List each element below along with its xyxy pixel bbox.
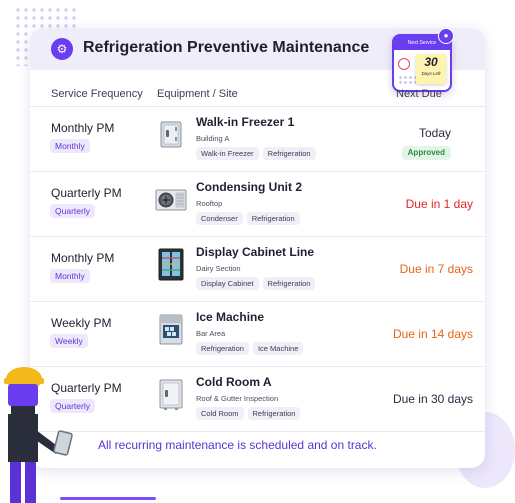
equipment-name: Display Cabinet Line <box>196 245 315 259</box>
equipment-site: Dairy Section <box>196 264 241 273</box>
tag: Refrigeration <box>246 212 300 225</box>
maintenance-card: ⚙ Refrigeration Preventive Maintenance N… <box>30 28 485 468</box>
table-row[interactable]: Monthly PM Monthly Display Cabinet Line … <box>30 237 485 302</box>
equipment-name: Condensing Unit 2 <box>196 180 302 194</box>
decorative-line <box>60 497 156 500</box>
frequency-badge: Quarterly <box>50 204 95 218</box>
tag: Refrigeration <box>247 407 301 420</box>
tag: Walk-in Freezer <box>196 147 259 160</box>
column-header-next-due: Next Due <box>396 88 442 100</box>
condensing-unit-icon <box>155 189 187 211</box>
tag: Ice Machine <box>252 342 304 355</box>
bell-icon: ● <box>438 28 454 44</box>
equipment-name: Walk-in Freezer 1 <box>196 115 295 129</box>
equipment-site: Roof & Gutter Inspection <box>196 394 279 403</box>
next-due: Due in 1 day <box>405 197 473 211</box>
days-left-number: 30 <box>424 55 438 69</box>
frequency-badge: Weekly <box>50 334 88 348</box>
equipment-site: Building A <box>196 134 230 143</box>
card-title: Refrigeration Preventive Maintenance <box>83 39 370 56</box>
next-due: Due in 30 days <box>392 392 473 406</box>
frequency-badge: Monthly <box>50 269 90 283</box>
table-row[interactable]: Weekly PM Weekly Ice Machine Bar Area Re… <box>30 302 485 367</box>
walk-in-freezer-icon <box>160 121 182 148</box>
equipment-tags: Condenser Refrigeration <box>196 212 300 225</box>
service-frequency: Monthly PM <box>51 251 115 265</box>
column-header-frequency: Service Frequency <box>51 88 143 100</box>
cold-room-icon <box>159 379 183 410</box>
next-due: Due in 7 days <box>399 262 473 276</box>
equipment-name: Cold Room A <box>196 375 272 389</box>
equipment-tags: Display Cabinet Refrigeration <box>196 277 316 290</box>
equipment-site: Bar Area <box>196 329 226 338</box>
tag: Display Cabinet <box>196 277 259 290</box>
calendar-grid <box>398 75 418 85</box>
tag: Condenser <box>196 212 243 225</box>
table-row[interactable]: Quarterly PM Quarterly Condensing Unit 2… <box>30 172 485 237</box>
equipment-tags: Refrigeration Ice Machine <box>196 342 304 355</box>
tag: Cold Room <box>196 407 244 420</box>
days-left-label: Days Left <box>421 71 441 76</box>
calendar-circle-mark <box>398 58 410 70</box>
service-frequency: Quarterly PM <box>51 186 122 200</box>
gears-icon: ⚙ <box>51 38 73 60</box>
worker-illustration <box>4 367 73 503</box>
equipment-site: Rooftop <box>196 199 223 208</box>
equipment-tags: Cold Room Refrigeration <box>196 407 301 420</box>
next-due: Today <box>418 126 451 140</box>
days-left-note: 30 Days Left <box>416 54 446 84</box>
status-summary: All recurring maintenance is scheduled a… <box>98 438 377 452</box>
tag: Refrigeration <box>262 147 316 160</box>
next-due: Due in 14 days <box>392 327 473 341</box>
column-header-equipment: Equipment / Site <box>157 88 238 100</box>
table-row[interactable]: Monthly PM Monthly Walk-in Freezer 1 Bui… <box>30 107 485 172</box>
service-frequency: Monthly PM <box>51 121 115 135</box>
equipment-tags: Walk-in Freezer Refrigeration <box>196 147 316 160</box>
status-badge: Approved <box>401 146 451 160</box>
tag: Refrigeration <box>196 342 249 355</box>
next-service-calendar: Next Service 30 Days Left ● <box>392 28 454 92</box>
table-row[interactable]: Quarterly PM Quarterly Cold Room A Roof … <box>30 367 485 432</box>
display-cabinet-icon <box>158 248 184 281</box>
service-frequency: Weekly PM <box>51 316 112 330</box>
tag: Refrigeration <box>262 277 316 290</box>
ice-machine-icon <box>159 314 183 345</box>
equipment-name: Ice Machine <box>196 310 265 324</box>
frequency-badge: Monthly <box>50 139 90 153</box>
